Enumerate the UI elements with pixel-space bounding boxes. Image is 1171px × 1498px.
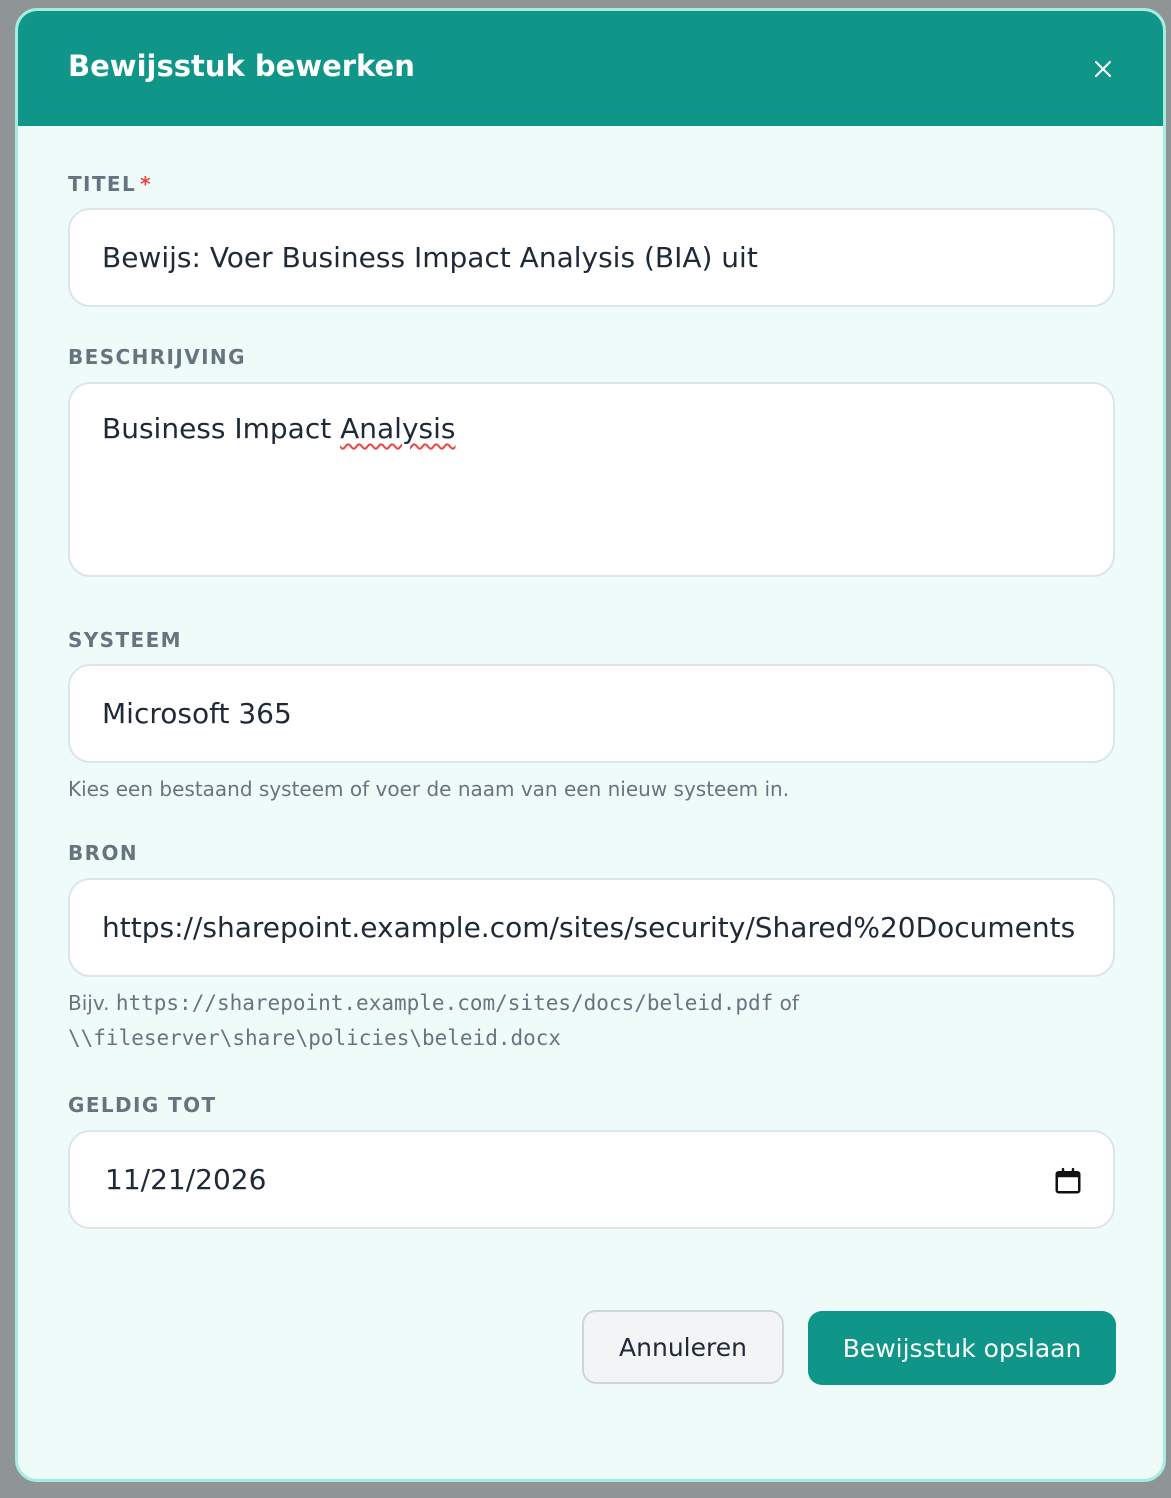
dialog-title: Bewijsstuk bewerken (68, 49, 415, 83)
system-helper-text: Kies een bestaand systeem of voer de naa… (68, 777, 790, 801)
misspelled-word: Analysis (340, 412, 456, 445)
calendar-button[interactable] (1053, 1166, 1083, 1196)
source-label: BRON (68, 841, 138, 865)
dialog-header: Bewijsstuk bewerken (18, 11, 1163, 126)
description-label: BESCHRIJVING (68, 345, 246, 369)
system-input[interactable]: Microsoft 365 (68, 664, 1115, 763)
valid-until-value: 11/21/2026 (105, 1163, 267, 1196)
source-helper-text: Bijv. https://sharepoint.example.com/sit… (68, 991, 799, 1050)
title-input[interactable]: Bewijs: Voer Business Impact Analysis (B… (68, 208, 1115, 307)
cancel-button[interactable]: Annuleren (582, 1310, 784, 1384)
required-mark: * (140, 172, 152, 196)
title-label: TITEL * (68, 172, 152, 196)
source-input-value: https://sharepoint.example.com/sites/sec… (102, 911, 1076, 944)
source-example-path: \\fileserver\share\policies\beleid.docx (68, 1026, 562, 1050)
close-icon (1095, 61, 1111, 77)
system-label: SYSTEEM (68, 628, 182, 652)
system-input-value: Microsoft 365 (102, 697, 292, 730)
description-textarea[interactable]: Business Impact Analysis (68, 382, 1115, 577)
description-text: Business Impact (102, 412, 341, 445)
calendar-icon (1055, 1167, 1081, 1194)
edit-evidence-dialog: Bewijsstuk bewerken TITEL * Bewijs: Voer … (15, 8, 1166, 1482)
source-example-url: https://sharepoint.example.com/sites/doc… (115, 991, 774, 1015)
source-input[interactable]: https://sharepoint.example.com/sites/sec… (68, 878, 1115, 977)
close-button[interactable] (1091, 57, 1115, 81)
valid-until-date-input[interactable]: 11/21/2026 (68, 1130, 1115, 1229)
title-input-value: Bewijs: Voer Business Impact Analysis (B… (102, 241, 758, 274)
valid-until-label: GELDIG TOT (68, 1093, 217, 1117)
save-evidence-button[interactable]: Bewijsstuk opslaan (808, 1311, 1116, 1385)
